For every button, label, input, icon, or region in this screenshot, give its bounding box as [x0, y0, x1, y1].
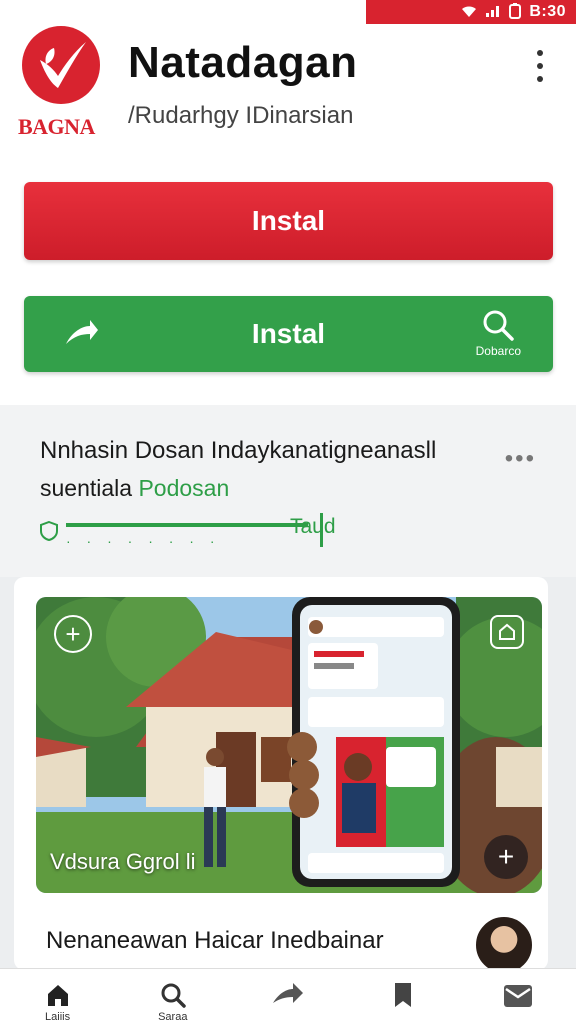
feed: Nnhasin Dosan Indaykanatigneanasll suent…: [0, 405, 576, 975]
post-subtitle-text: suentiala: [40, 475, 133, 501]
nav-home-label: Laiiis: [45, 1011, 71, 1023]
post-photo[interactable]: + Vdsura Ggrol li +: [36, 597, 542, 893]
share-icon[interactable]: [490, 615, 524, 649]
install-button-label: Instal: [251, 205, 326, 236]
home-icon: [47, 985, 68, 1006]
install-secondary-label: Instal: [251, 318, 326, 349]
shield-icon: [40, 520, 58, 546]
bottom-nav: Laiiis Saraa: [0, 968, 576, 1024]
bookmark-icon: [395, 983, 412, 1007]
install-button[interactable]: Instal: [24, 182, 553, 260]
post-tag[interactable]: Taud: [290, 515, 336, 539]
wifi-icon: [461, 4, 477, 21]
app-subtitle: /Rudarhgy IDinarsian: [128, 102, 354, 129]
install-secondary-button[interactable]: Instal Dobarco: [24, 296, 553, 372]
signal-icon: [485, 4, 501, 21]
post-subtitle-link[interactable]: Podosan: [138, 475, 229, 501]
app-title: Natadagan: [128, 38, 358, 87]
logo-text: BAGNA: [18, 114, 95, 139]
photo-caption: Vdsura Ggrol li: [50, 849, 196, 874]
search-icon: [161, 983, 186, 1008]
nav-bookmark[interactable]: [363, 981, 443, 1009]
arrow-icon: [64, 318, 100, 355]
post-card[interactable]: + Vdsura Ggrol li + Nenaneawan Haicar In…: [14, 577, 548, 975]
nav-share[interactable]: [248, 981, 328, 1009]
avatar[interactable]: [474, 915, 534, 975]
progress-dots: · · · · · · · ·: [66, 533, 221, 549]
status-bar: B:30: [366, 0, 576, 24]
search-action[interactable]: Dobarco: [476, 308, 521, 358]
search-icon: [483, 310, 515, 341]
add-icon[interactable]: +: [54, 615, 92, 653]
post-header: Nnhasin Dosan Indaykanatigneanasll suent…: [0, 405, 576, 577]
add-more-icon[interactable]: +: [484, 835, 528, 879]
logo-emblem: [22, 26, 100, 104]
app-header: BAGNA Natadagan /Rudarhgy IDinarsian: [0, 24, 576, 174]
share-icon: [272, 983, 303, 1003]
nav-home[interactable]: Laiiis: [18, 981, 98, 1023]
battery-icon: [509, 2, 522, 22]
more-options-icon[interactable]: [528, 50, 552, 82]
card-title: Nenaneawan Haicar Inedbainar: [46, 927, 384, 954]
mail-icon: [504, 985, 533, 1007]
app-logo: BAGNA: [18, 26, 108, 146]
post-title: Nnhasin Dosan Indaykanatigneanasll: [40, 437, 437, 464]
post-more-icon[interactable]: •••: [505, 445, 536, 473]
progress-bar: [66, 523, 308, 527]
nav-search[interactable]: Saraa: [133, 981, 213, 1023]
search-action-label: Dobarco: [475, 344, 521, 358]
post-subtitle: suentiala Podosan: [40, 475, 229, 502]
status-time: B:30: [529, 3, 566, 20]
nav-mail[interactable]: [478, 981, 558, 1009]
nav-search-label: Saraa: [158, 1011, 188, 1023]
